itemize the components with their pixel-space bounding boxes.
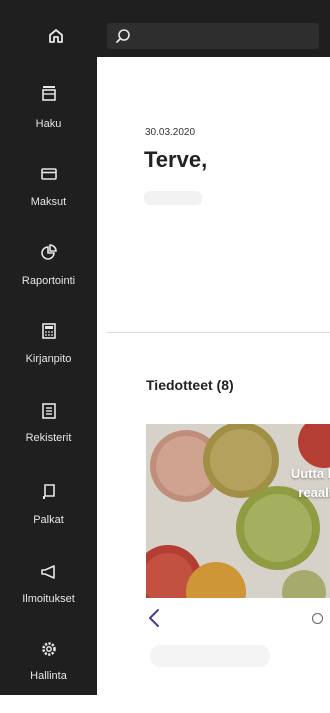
sidebar-item-haku[interactable]: Haku <box>0 77 97 157</box>
sidebar-item-label: Raportointi <box>21 275 76 287</box>
footer-placeholder <box>150 645 270 667</box>
greeting-heading: Terve, <box>144 147 208 172</box>
sidebar-item-label: Hallinta <box>30 670 67 682</box>
sidebar-item-kirjanpito[interactable]: Kirjanpito <box>0 315 97 395</box>
slide-title: Uutta blo reaalia <box>290 466 330 500</box>
sidebar-item-ilmoitukset[interactable]: Ilmoitukset <box>0 556 97 636</box>
sidebar-item-label: Rekisterit <box>25 432 72 444</box>
section-divider <box>107 332 330 333</box>
sidebar-item-label: Kirjanpito <box>25 353 72 365</box>
calculator-icon <box>42 323 56 339</box>
sidebar-item-hallinta[interactable]: Hallinta <box>0 633 97 713</box>
search-icon <box>116 29 130 43</box>
sidebar-item-label: Palkat <box>33 514 64 526</box>
gear-icon <box>42 642 56 656</box>
home-button[interactable] <box>34 14 78 58</box>
main-content <box>107 57 330 695</box>
news-carousel-slide[interactable]: Uutta blo reaalia <box>146 424 330 598</box>
card-icon <box>41 168 57 180</box>
sidebar: Haku Maksut Raportointi Kirjanpito Rekis… <box>0 57 97 695</box>
pie-chart-icon <box>41 244 57 260</box>
carousel-indicator-dot[interactable] <box>312 613 323 624</box>
receipt-icon <box>43 484 55 499</box>
news-heading: Tiedotteet (8) <box>146 377 234 393</box>
carousel-prev-button[interactable] <box>146 607 162 629</box>
archive-icon <box>42 86 56 101</box>
sidebar-item-maksut[interactable]: Maksut <box>0 158 97 238</box>
megaphone-icon <box>41 565 55 579</box>
sidebar-item-palkat[interactable]: Palkat <box>0 476 97 556</box>
sidebar-item-rekisterit[interactable]: Rekisterit <box>0 395 97 475</box>
user-name-placeholder <box>144 191 202 205</box>
search-input[interactable] <box>107 23 319 49</box>
home-icon <box>49 29 63 43</box>
current-date: 30.03.2020 <box>145 127 196 138</box>
content-edge <box>97 57 107 695</box>
sidebar-item-raportointi[interactable]: Raportointi <box>0 237 97 317</box>
sidebar-item-label: Maksut <box>30 196 67 208</box>
list-box-icon <box>42 403 56 419</box>
sidebar-item-label: Ilmoitukset <box>22 593 75 605</box>
candy-image <box>146 424 330 598</box>
top-bar <box>0 0 330 57</box>
sidebar-item-label: Haku <box>35 118 62 130</box>
